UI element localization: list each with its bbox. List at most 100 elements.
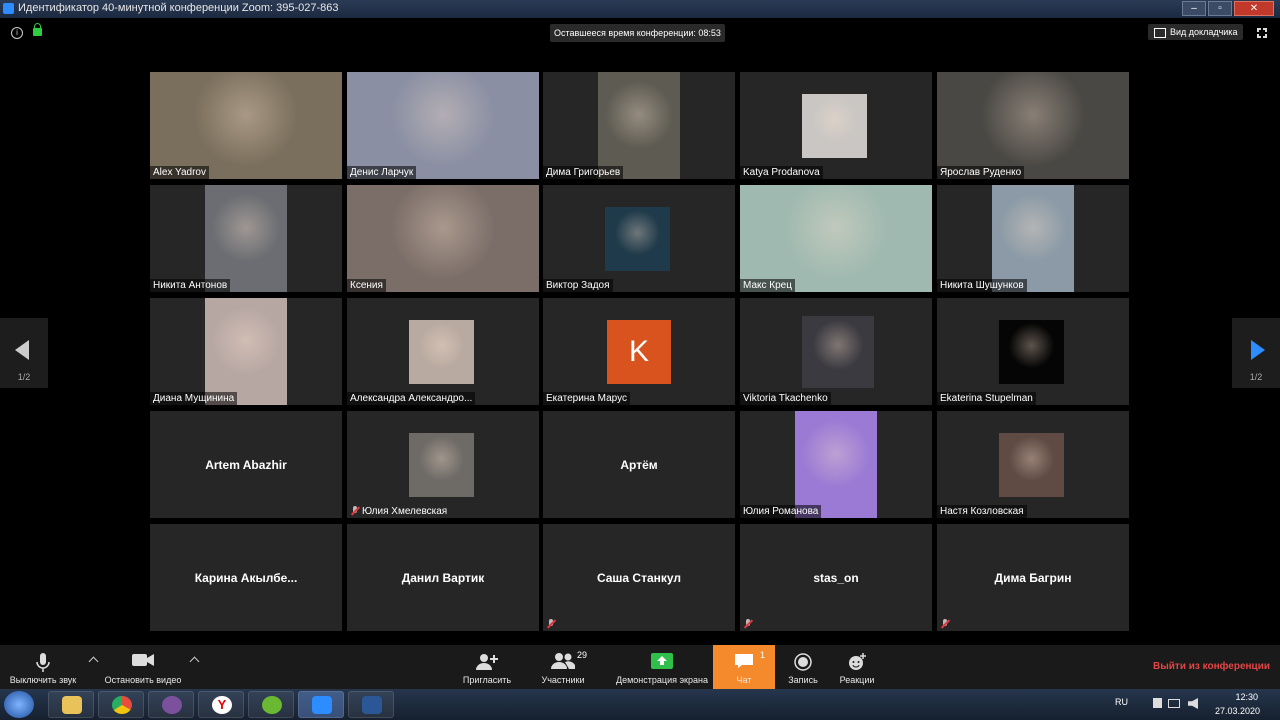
info-icon[interactable]: i — [11, 27, 23, 39]
participant-video — [937, 72, 1129, 179]
participant-tile[interactable]: Данил Вартик — [347, 524, 539, 631]
lock-icon[interactable] — [33, 23, 42, 36]
chrome-icon[interactable] — [98, 691, 144, 718]
participant-video — [409, 433, 474, 497]
word-icon[interactable] — [348, 691, 394, 718]
participant-tile[interactable]: Юлия Романова — [740, 411, 932, 518]
mic-muted-icon — [941, 619, 950, 628]
mute-button[interactable]: Выключить звук — [0, 645, 86, 689]
share-screen-label: Демонстрация экрана — [616, 675, 708, 685]
participant-name-label: Katya Prodanova — [740, 166, 823, 179]
participant-tile[interactable]: Настя Козловская — [937, 411, 1129, 518]
close-button[interactable]: ✕ — [1234, 1, 1274, 16]
leave-meeting-button[interactable]: Выйти из конференции — [1153, 661, 1270, 672]
participant-tile[interactable]: Карина Акылбе... — [150, 524, 342, 631]
viber-icon[interactable] — [148, 691, 194, 718]
participant-tile[interactable]: Дима Багрин — [937, 524, 1129, 631]
chat-button[interactable]: 1 Чат — [713, 645, 775, 689]
participant-video — [999, 433, 1064, 497]
participant-video — [150, 72, 342, 179]
participant-tile[interactable]: Ксения — [347, 185, 539, 292]
participant-tile[interactable]: Katya Prodanova — [740, 72, 932, 179]
minimize-button[interactable]: – — [1182, 1, 1206, 16]
participants-count: 29 — [577, 650, 588, 660]
yandex-icon[interactable]: Y — [198, 691, 244, 718]
participant-tile[interactable]: Саша Станкул — [543, 524, 735, 631]
participant-name-label: Диана Мущинина — [150, 392, 238, 405]
microphone-icon — [36, 653, 50, 672]
folder-icon[interactable] — [48, 691, 94, 718]
speaker-view-icon — [1154, 28, 1166, 38]
participant-video — [999, 320, 1064, 384]
participant-name-center: Данил Вартик — [401, 570, 485, 585]
participant-tile[interactable]: Виктор Задоя — [543, 185, 735, 292]
arrow-right-icon — [1251, 340, 1265, 360]
participant-tile[interactable]: Artem Abazhir — [150, 411, 342, 518]
participant-name-center: Artem Abazhir — [205, 457, 287, 472]
volume-icon[interactable] — [1188, 698, 1198, 709]
next-page-button[interactable]: 1/2 — [1232, 318, 1280, 388]
participant-name-center: Дима Багрин — [994, 570, 1072, 585]
mic-muted-icon — [744, 619, 753, 628]
meeting-topbar: i Оставшееся время конференции: 08:53 Ви… — [0, 18, 1280, 54]
meeting-toolbar: Выключить звук Остановить видео Пригласи… — [0, 645, 1280, 689]
participant-tile[interactable]: Ярослав Руденко — [937, 72, 1129, 179]
prev-page-button[interactable]: 1/2 — [0, 318, 48, 388]
participant-name-label: Настя Козловская — [937, 505, 1027, 518]
record-button[interactable]: Запись — [781, 645, 825, 689]
utorrent-icon[interactable] — [248, 691, 294, 718]
participant-tile[interactable]: Юлия Хмелевская — [347, 411, 539, 518]
stop-video-button[interactable]: Остановить видео — [100, 645, 186, 689]
participant-tile[interactable]: Макс Крец — [740, 185, 932, 292]
clock-date[interactable]: 27.03.2020 — [1215, 706, 1260, 716]
participant-tile[interactable]: Alex Yadrov — [150, 72, 342, 179]
participant-name-label: Екатерина Марус — [543, 392, 630, 405]
participant-name-label: Alex Yadrov — [150, 166, 209, 179]
participant-name-center: Карина Акылбе... — [194, 570, 298, 585]
mute-label: Выключить звук — [9, 675, 77, 685]
zoom-app-icon — [3, 3, 14, 14]
participant-name-label: Дима Григорьев — [543, 166, 624, 179]
participant-tile[interactable]: Ekaterina Stupelman — [937, 298, 1129, 405]
record-icon — [794, 653, 812, 671]
participant-tile[interactable]: Никита Шушунков — [937, 185, 1129, 292]
speaker-view-button[interactable]: Вид докладчика — [1148, 24, 1244, 40]
participant-video — [802, 94, 867, 158]
reactions-icon — [849, 653, 866, 670]
chat-label: Чат — [736, 675, 752, 685]
participant-name-label: Viktoria Tkachenko — [740, 392, 831, 405]
chat-icon — [735, 654, 753, 668]
audio-options-chevron-icon[interactable] — [88, 656, 99, 667]
clock-time[interactable]: 12:30 — [1235, 692, 1258, 702]
video-options-chevron-icon[interactable] — [189, 656, 200, 667]
share-screen-button[interactable]: Демонстрация экрана — [611, 645, 713, 689]
invite-button[interactable]: Пригласить — [458, 645, 516, 689]
participants-label: Участники — [541, 675, 585, 685]
zoom-icon[interactable] — [298, 691, 344, 718]
page-indicator-right: 1/2 — [1249, 372, 1263, 382]
page-indicator-left: 1/2 — [17, 372, 31, 382]
fullscreen-icon[interactable] — [1257, 28, 1267, 38]
participant-name-label: Юлия Хмелевская — [362, 506, 448, 517]
participant-tile[interactable]: Никита Антонов — [150, 185, 342, 292]
participant-name-label: Ярослав Руденко — [937, 166, 1025, 179]
participant-name-label: Денис Ларчук — [347, 166, 417, 179]
action-center-flag-icon[interactable] — [1153, 698, 1162, 708]
participant-tile[interactable]: stas_on — [740, 524, 932, 631]
chat-count: 1 — [760, 650, 766, 660]
participant-tile[interactable]: K Екатерина Марус — [543, 298, 735, 405]
start-button[interactable] — [4, 691, 34, 718]
participant-video — [605, 207, 670, 271]
participant-tile[interactable]: Александра Александро... — [347, 298, 539, 405]
participant-tile[interactable]: Артём — [543, 411, 735, 518]
reactions-button[interactable]: Реакции — [833, 645, 881, 689]
language-indicator[interactable]: RU — [1115, 697, 1128, 707]
participants-button[interactable]: 29 Участники — [533, 645, 593, 689]
participant-tile[interactable]: Дима Григорьев — [543, 72, 735, 179]
network-icon[interactable] — [1168, 699, 1180, 708]
participant-video — [598, 72, 680, 179]
participant-tile[interactable]: Денис Ларчук — [347, 72, 539, 179]
participant-tile[interactable]: Диана Мущинина — [150, 298, 342, 405]
participant-tile[interactable]: Viktoria Tkachenko — [740, 298, 932, 405]
maximize-button[interactable]: ▫ — [1208, 1, 1232, 16]
